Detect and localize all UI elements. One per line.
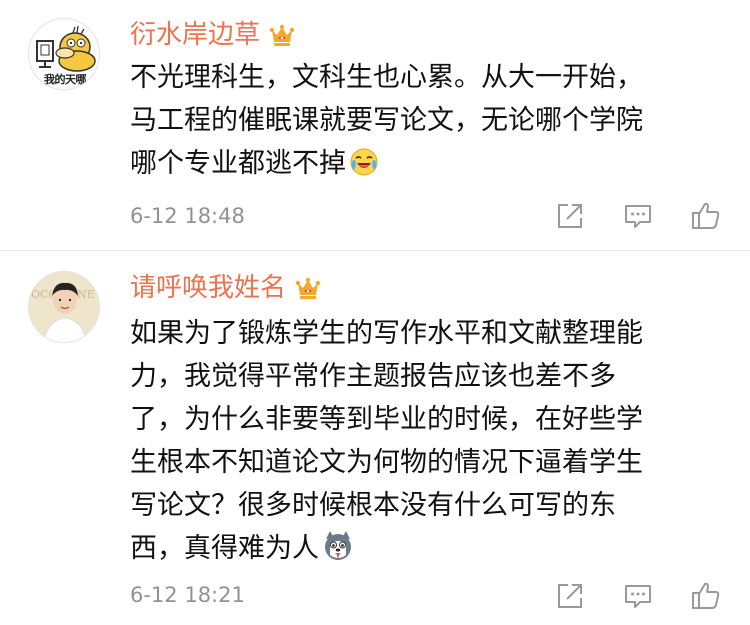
- username-row: 衍水岸边草: [130, 18, 296, 52]
- husky-dog-emoji-icon: [325, 531, 351, 560]
- action-bar: [0, 576, 750, 616]
- comment-text: 如果为了锻炼学生的写作水平和文献整理能 力，我觉得平常作主题报告应该也差不多 了…: [130, 312, 730, 570]
- repost-icon: [558, 204, 582, 228]
- avatar-caption: 我的天哪: [44, 73, 87, 86]
- crown-badge-icon[interactable]: [294, 274, 322, 302]
- comment-text-line-last: 哪个专业都逃不掉: [130, 142, 730, 185]
- repost-button[interactable]: [550, 576, 590, 616]
- username[interactable]: 衍水岸边草: [130, 18, 260, 52]
- comment-text-line: 马工程的催眠课就要写论文，无论哪个学院: [130, 105, 643, 136]
- crown-badge-icon[interactable]: [268, 21, 296, 49]
- repost-button[interactable]: [550, 196, 590, 236]
- comment-text-line: 不光理科生，文科生也心累。从大一开始，: [130, 62, 643, 93]
- comment-text-line: 力，我觉得平常作主题报告应该也差不多: [130, 361, 616, 392]
- comment-item: 我的天哪 衍水岸边草 不光理科生，文科生也心累。从大一开始， 马工程的催眠课就要…: [0, 0, 750, 250]
- like-button[interactable]: [686, 196, 726, 236]
- comment-icon: [625, 205, 651, 228]
- avatar[interactable]: OCC NE: [28, 271, 100, 343]
- comment-text: 不光理科生，文科生也心累。从大一开始， 马工程的催眠课就要写论文，无论哪个学院 …: [130, 56, 730, 185]
- like-icon: [692, 202, 720, 229]
- action-bar: [0, 196, 750, 236]
- laughing-crying-emoji-icon: [350, 148, 378, 176]
- comment-text-line: 如果为了锻炼学生的写作水平和文献整理能: [130, 318, 643, 349]
- like-icon: [692, 582, 720, 609]
- comment-text-line-last: 西，真得难为人: [130, 527, 730, 570]
- comment-button[interactable]: [618, 196, 658, 236]
- comment-text-line: 写论文？很多时候根本没有什么可写的东: [130, 490, 616, 521]
- svg-text:NE: NE: [77, 288, 95, 301]
- like-button[interactable]: [686, 576, 726, 616]
- username[interactable]: 请呼唤我姓名: [130, 271, 286, 305]
- comment-text-line: 了，为什么非要等到毕业的时候，在好些学: [130, 404, 643, 435]
- repost-icon: [558, 584, 582, 608]
- comment-icon: [625, 585, 651, 608]
- username-row: 请呼唤我姓名: [130, 271, 322, 305]
- comment-item: OCC NE 请呼唤我姓名 如果为了锻炼学生的写作水平和文献整理能 力，我觉得平…: [0, 251, 750, 625]
- avatar[interactable]: 我的天哪: [28, 18, 100, 90]
- comment-button[interactable]: [618, 576, 658, 616]
- comment-text-line: 生根本不知道论文为何物的情况下逼着学生: [130, 447, 643, 478]
- person-avatar-icon: OCC NE: [29, 272, 99, 342]
